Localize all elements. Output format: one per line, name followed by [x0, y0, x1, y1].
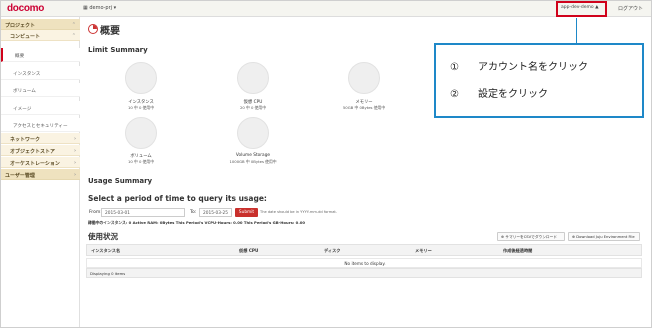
- sidebar-category-user-management[interactable]: ユーザー管理 ›: [1, 169, 80, 180]
- sidebar-item-instances[interactable]: インスタンス: [1, 66, 80, 80]
- chevron-up-icon: ⌃: [71, 33, 76, 39]
- overview-icon: [88, 24, 98, 34]
- docomo-logo[interactable]: docomo: [7, 3, 44, 14]
- vcpu-pie-chart: [237, 62, 269, 94]
- memory-pie-chart: [348, 62, 380, 94]
- page-title: 概要: [100, 26, 120, 37]
- column-header-instance-name[interactable]: インスタンス名: [91, 248, 120, 254]
- memory-limit-detail: 50GB 中 0Bytes 使用中: [342, 105, 386, 110]
- step-number: ①: [450, 62, 459, 73]
- instruction-step-2: ② 設定をクリック: [450, 85, 548, 100]
- sidebar: プロジェクト ⌃ コンピュート ⌃ 概要 インスタンス ボリューム イメージ ア…: [1, 17, 80, 327]
- sidebar-item-access-security[interactable]: アクセスとセキュリティー: [1, 118, 80, 132]
- step-number: ②: [450, 89, 459, 100]
- table-header: インスタンス名 仮想 CPU ディスク メモリー 作成後経過時間: [86, 244, 642, 256]
- step-text: アカウント名をクリック: [478, 62, 588, 73]
- chevron-up-icon: ⌃: [71, 22, 76, 28]
- volume-storage-pie-chart: [237, 117, 269, 149]
- account-highlight-box: [556, 1, 607, 17]
- sidebar-subcategory-network[interactable]: ネットワーク ›: [1, 133, 80, 144]
- usage-summary-heading: Usage Summary: [88, 177, 153, 185]
- sidebar-subcategory-compute[interactable]: コンピュート ⌃: [1, 30, 80, 41]
- date-format-hint: The date should be in YYYY-mm-dd format.: [260, 210, 337, 214]
- instruction-callout: ① アカウント名をクリック ② 設定をクリック: [434, 43, 644, 118]
- column-header-uptime[interactable]: 作成後経過時間: [503, 248, 532, 254]
- usage-summary-line: 稼働中のインスタンス: 0 Active RAM: 0Bytes This Pe…: [88, 220, 306, 225]
- to-date-input[interactable]: 2015-03-25: [199, 208, 232, 217]
- submit-button[interactable]: Submit: [235, 208, 258, 217]
- table-footer: Displaying 0 items: [86, 268, 642, 278]
- sidebar-item-volumes[interactable]: ボリューム: [1, 83, 80, 97]
- to-label: To:: [190, 210, 197, 215]
- chevron-right-icon: ›: [73, 172, 76, 178]
- table-row: No items to display.: [86, 258, 642, 268]
- volume-storage-limit-detail: 1000GB 中 0Bytes 使用中: [229, 159, 277, 164]
- sidebar-category-project[interactable]: プロジェクト ⌃: [1, 19, 80, 30]
- sidebar-category-label: ユーザー管理: [5, 173, 35, 179]
- chevron-right-icon: ›: [73, 148, 76, 154]
- sidebar-subcategory-label: コンピュート: [10, 34, 41, 40]
- chevron-right-icon: ›: [73, 160, 76, 166]
- volumes-limit-detail: 10 中 0 使用中: [127, 159, 155, 164]
- limit-summary-heading: Limit Summary: [88, 46, 148, 54]
- instances-pie-chart: [125, 62, 157, 94]
- usage-heading: 使用状況: [88, 232, 118, 241]
- sidebar-item-overview[interactable]: 概要: [1, 48, 80, 62]
- project-selector[interactable]: ▦ demo-prj ▾: [83, 5, 116, 11]
- from-label: From:: [89, 210, 102, 215]
- column-header-disk[interactable]: ディスク: [324, 248, 340, 254]
- column-header-vcpu[interactable]: 仮想 CPU: [239, 248, 258, 254]
- volumes-pie-chart: [125, 117, 157, 149]
- sidebar-item-images[interactable]: イメージ: [1, 101, 80, 115]
- sidebar-category-label: プロジェクト: [5, 23, 36, 29]
- instruction-step-1: ① アカウント名をクリック: [450, 58, 588, 73]
- sidebar-subcategory-object-store[interactable]: オブジェクトストア ›: [1, 145, 80, 156]
- step-text: 設定をクリック: [478, 89, 548, 100]
- download-csv-button[interactable]: ⊕ サマリーをCSVでダウンロード: [497, 232, 565, 241]
- empty-table-message: No items to display.: [344, 261, 386, 266]
- logout-link[interactable]: ログアウト: [618, 5, 643, 12]
- item-count-text: Displaying 0 items: [90, 271, 126, 276]
- volume-storage-limit-label: Volume Storage: [235, 153, 271, 158]
- sidebar-subcategory-label: オブジェクトストア: [10, 149, 56, 155]
- vcpu-limit-detail: 20 中 0 使用中: [239, 105, 267, 110]
- chevron-right-icon: ›: [73, 136, 76, 142]
- from-date-input[interactable]: 2015-03-01: [101, 208, 185, 217]
- sidebar-subcategory-label: ネットワーク: [10, 137, 41, 143]
- sidebar-subcategory-orchestration[interactable]: オーケストレーション ›: [1, 157, 80, 168]
- column-header-memory[interactable]: メモリー: [415, 248, 432, 254]
- callout-connector-line: [576, 18, 577, 43]
- sidebar-subcategory-label: オーケストレーション: [10, 161, 60, 167]
- instances-limit-detail: 10 中 0 使用中: [127, 105, 155, 110]
- top-bar: docomo ▦ demo-prj ▾ app-dev-demo ▲ ログアウト: [1, 1, 651, 17]
- download-env-file-button[interactable]: ⊕ Download Juju Environment File: [568, 232, 640, 241]
- period-heading: Select a period of time to query its usa…: [88, 194, 267, 203]
